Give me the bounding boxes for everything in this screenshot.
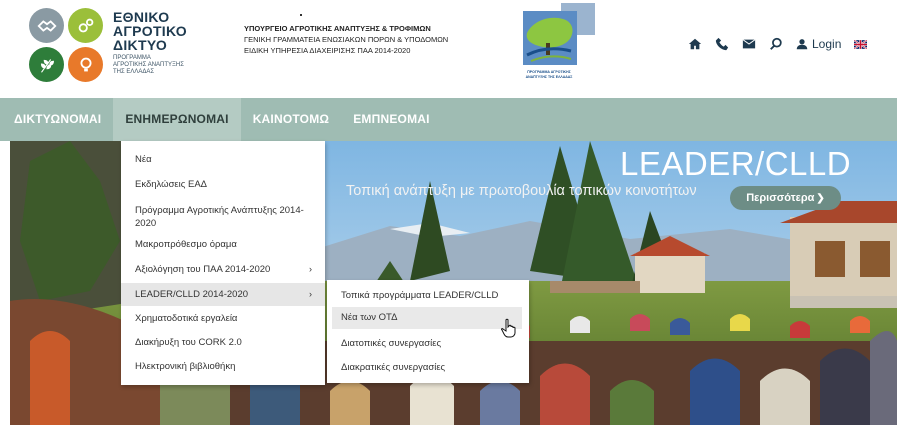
handshake-icon: [29, 8, 64, 43]
submenu-item-lag-news[interactable]: Νέα των ΟΤΔ: [332, 307, 522, 329]
emblem-caption: ΠΡΟΓΡΑΜΜΑ ΑΓΡΟΤΙΚΗΣ ΑΝΑΠΤΥΞΗΣ ΤΗΣ ΕΛΛΑΔΑ…: [525, 70, 573, 79]
logo-title-line: ΔΙΚΤΥΟ: [113, 37, 168, 53]
menu-item-label: Χρηματοδοτικά εργαλεία: [135, 313, 238, 324]
information-dropdown: Νέα Εκδηλώσεις ΕΑΔ Πρόγραμμα Αγροτικής Α…: [121, 141, 325, 385]
logo-subtitle: ΠΡΟΓΡΑΜΜΑ ΑΓΡΟΤΙΚΗΣ ΑΝΑΠΤΥΞΗΣ ΤΗΣ ΕΛΛΑΔΑ…: [113, 55, 184, 76]
nav-item-inspiration[interactable]: ΕΜΠΝΕΟΜΑΙ: [341, 98, 441, 141]
search-icon[interactable]: [769, 37, 783, 51]
submenu-item-transnational[interactable]: Διακρατικές συνεργασίες: [327, 362, 529, 373]
logo-subtitle-line: ΠΡΟΓΡΑΜΜΑ: [113, 55, 151, 61]
menu-item-vision[interactable]: Μακροπρόθεσμο όραμα: [121, 239, 325, 250]
hero-title: LEADER/CLLD: [620, 145, 852, 182]
utility-bar: Login: [688, 35, 868, 53]
menu-item-label: Μακροπρόθεσμο όραμα: [135, 239, 237, 250]
logo-subtitle-line: ΑΓΡΟΤΙΚΗΣ ΑΝΑΠΤΥΞΗΣ: [113, 62, 184, 68]
nav-item-innovation[interactable]: ΚΑΙΝΟΤΟΜΩ: [241, 98, 342, 141]
page: ΕΘΝΙΚΟ ΑΓΡΟΤΙΚΟ ΔΙΚΤΥΟ ΠΡΟΓΡΑΜΜΑ ΑΓΡΟΤΙΚ…: [0, 0, 897, 425]
login-label: Login: [812, 37, 842, 51]
main-nav: ΔΙΚΤΥΩΝΟΜΑΙ ΕΝΗΜΕΡΩΝΟΜΑΙ ΚΑΙΝΟΤΟΜΩ ΕΜΠΝΕ…: [0, 98, 897, 141]
lightbulb-icon: [68, 47, 103, 82]
menu-item-label: Νέα: [135, 154, 152, 165]
menu-item-leader[interactable]: LEADER/CLLD 2014-2020 ›: [121, 283, 325, 306]
hand-cursor-icon: [501, 318, 516, 338]
mail-icon[interactable]: [742, 37, 756, 51]
divider-dot: [300, 14, 302, 16]
chevron-right-icon: ›: [309, 264, 312, 274]
logo-title: ΕΘΝΙΚΟ ΑΓΡΟΤΙΚΟ ΔΙΚΤΥΟ: [113, 10, 187, 52]
submenu-item-label: Διακρατικές συνεργασίες: [341, 362, 446, 373]
leader-submenu: Τοπικά προγράμματα LEADER/CLLD Νέα των Ο…: [327, 280, 529, 383]
submenu-item-label: Διατοπικές συνεργασίες: [341, 338, 442, 349]
logo-title-line: ΑΓΡΟΤΙΚΟ: [113, 23, 187, 39]
submenu-item-label: Νέα των ΟΤΔ: [341, 312, 398, 323]
ministry-line: ΥΠΟΥΡΓΕΙΟ ΑΓΡΟΤΙΚΗΣ ΑΝΑΠΤΥΞΗΣ & ΤΡΟΦΙΜΩΝ: [244, 24, 431, 33]
menu-item-news[interactable]: Νέα: [121, 154, 325, 165]
hero-subtitle: Τοπική ανάπτυξη με πρωτοβουλία τοπικών κ…: [346, 183, 697, 199]
chevron-right-icon: ›: [309, 289, 312, 299]
menu-item-financial-tools[interactable]: Χρηματοδοτικά εργαλεία: [121, 313, 325, 324]
site-header: ΕΘΝΙΚΟ ΑΓΡΟΤΙΚΟ ΔΙΚΤΥΟ ΠΡΟΓΡΑΜΜΑ ΑΓΡΟΤΙΚ…: [0, 0, 897, 98]
more-button-label: Περισσότερα: [746, 192, 815, 204]
submenu-item-interterritorial[interactable]: Διατοπικές συνεργασίες: [327, 338, 529, 349]
menu-item-label: Εκδηλώσεις ΕΑΔ: [135, 179, 208, 190]
login-link[interactable]: Login: [796, 37, 841, 51]
chevron-right-icon: ❯: [816, 192, 825, 204]
wheat-icon: [29, 47, 64, 82]
menu-item-label: LEADER/CLLD 2014-2020: [135, 289, 249, 300]
menu-item-library[interactable]: Ηλεκτρονική βιβλιοθήκη: [121, 361, 325, 372]
logo-subtitle-line: ΤΗΣ ΕΛΛΑΔΑΣ: [113, 69, 155, 75]
submenu-item-label: Τοπικά προγράμματα LEADER/CLLD: [341, 290, 499, 301]
menu-item-label: Διακήρυξη του CORK 2.0: [135, 337, 242, 348]
menu-item-cork[interactable]: Διακήρυξη του CORK 2.0: [121, 337, 325, 348]
phone-icon[interactable]: [715, 37, 729, 51]
menu-item-label: Πρόγραμμα Αγροτικής Ανάπτυξης 2014-2020: [135, 205, 304, 229]
submenu-item-local-programs[interactable]: Τοπικά προγράμματα LEADER/CLLD: [327, 290, 529, 301]
menu-item-events[interactable]: Εκδηλώσεις ΕΑΔ: [121, 179, 325, 190]
ministry-text: ΥΠΟΥΡΓΕΙΟ ΑΓΡΟΤΙΚΗΣ ΑΝΑΠΤΥΞΗΣ & ΤΡΟΦΙΜΩΝ…: [244, 23, 448, 56]
ministry-line: ΕΙΔΙΚΗ ΥΠΗΡΕΣΙΑ ΔΙΑΧΕΙΡΙΣΗΣ ΠΑΑ 2014-202…: [244, 46, 411, 55]
menu-item-rdp[interactable]: Πρόγραμμα Αγροτικής Ανάπτυξης 2014-2020: [121, 204, 325, 230]
menu-item-label: Αξιολόγηση του ΠΑΑ 2014-2020: [135, 264, 271, 275]
nav-item-networking[interactable]: ΔΙΚΤΥΩΝΟΜΑΙ: [0, 98, 113, 141]
ministry-line: ΓΕΝΙΚΗ ΓΡΑΜΜΑΤΕΙΑ ΕΝΩΣΙΑΚΩΝ ΠΟΡΩΝ & ΥΠΟΔ…: [244, 35, 449, 44]
network-logo[interactable]: [29, 8, 103, 82]
nav-item-information[interactable]: ΕΝΗΜΕΡΩΝΟΜΑΙ: [113, 98, 241, 141]
menu-item-label: Ηλεκτρονική βιβλιοθήκη: [135, 361, 236, 372]
home-icon[interactable]: [688, 37, 702, 51]
user-icon: [796, 39, 808, 50]
menu-item-evaluation[interactable]: Αξιολόγηση του ΠΑΑ 2014-2020 ›: [121, 264, 325, 275]
gears-icon: [68, 8, 103, 43]
logo-title-line: ΕΘΝΙΚΟ: [113, 9, 170, 25]
uk-flag-icon[interactable]: [854, 39, 868, 49]
more-button[interactable]: Περισσότερα ❯: [730, 186, 841, 210]
